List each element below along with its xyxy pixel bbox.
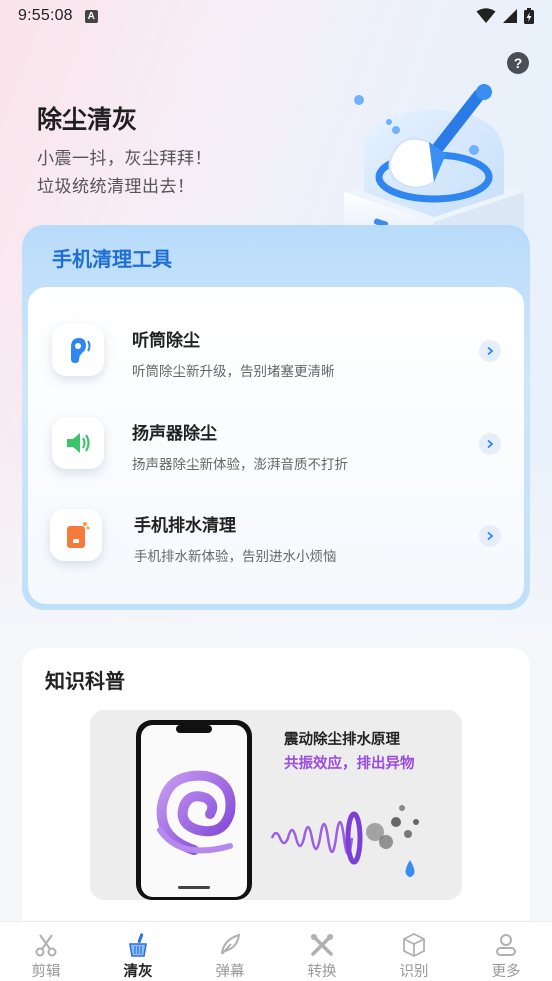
tab-label: 弹幕 — [215, 964, 245, 980]
tool-description: 手机排水新体验，告别进水小烦恼 — [134, 549, 337, 565]
tools-title: 手机清理工具 — [52, 247, 172, 271]
tab-recognize[interactable]: 识别 — [368, 922, 460, 981]
tab-label: 更多 — [491, 964, 521, 980]
person-icon — [496, 934, 516, 956]
tool-name: 手机排水清理 — [134, 516, 236, 536]
brush-icon — [129, 933, 147, 957]
tab-label: 清灰 — [123, 964, 153, 980]
tool-description: 扬声器除尘新体验，澎湃音质不打折 — [132, 457, 348, 473]
chevron-right-icon[interactable] — [479, 340, 501, 362]
tab-label: 转换 — [307, 964, 337, 980]
tool-name: 听筒除尘 — [132, 331, 200, 351]
ear-icon — [52, 324, 104, 376]
tool-item-speaker[interactable]: 扬声器除尘 扬声器除尘新体验，澎湃音质不打折 — [28, 403, 524, 493]
tools-icon — [311, 934, 333, 956]
feather-icon — [221, 933, 241, 955]
tab-edit[interactable]: 剪辑 — [0, 922, 92, 981]
tab-clean-dust[interactable]: 清灰 — [92, 922, 184, 981]
chevron-right-icon[interactable] — [479, 433, 501, 455]
scissors-icon — [35, 934, 57, 957]
tool-item-water-drain[interactable]: 手机排水清理 手机排水新体验，告别进水小烦恼 — [28, 495, 524, 585]
phone-cleaning-tools-card: 手机清理工具 听筒除尘 听筒除尘新升级，告别堵塞更清晰 扬声器除尘 扬声器除尘新… — [22, 225, 530, 610]
status-icons — [476, 8, 534, 24]
banner-title: 震动除尘排水原理 — [284, 732, 400, 748]
knowledge-card: 知识科普 震动除尘排水原理 共振效应，排出异物 — [22, 648, 530, 948]
water-drain-icon — [50, 509, 102, 561]
speaker-icon — [52, 417, 104, 469]
tab-label: 剪辑 — [31, 964, 61, 980]
notification-icon: A — [84, 9, 98, 23]
phone-vibration-illustration — [136, 720, 419, 900]
wifi-icon — [476, 8, 496, 23]
status-bar: 9:55:08 A — [0, 0, 552, 32]
banner-subtitle: 共振效应，排出异物 — [284, 756, 415, 772]
hero-subtitle-line2: 垃圾统统清理出去！ — [37, 177, 195, 197]
status-time: 9:55:08 — [18, 7, 73, 24]
tab-convert[interactable]: 转换 — [276, 922, 368, 981]
tool-item-earpiece[interactable]: 听筒除尘 听筒除尘新升级，告别堵塞更清晰 — [28, 310, 524, 400]
page-title: 除尘清灰 — [37, 105, 138, 134]
signal-icon — [503, 9, 517, 23]
knowledge-banner[interactable]: 震动除尘排水原理 共振效应，排出异物 — [90, 710, 462, 900]
cube-icon — [403, 932, 425, 958]
tab-danmaku[interactable]: 弹幕 — [184, 922, 276, 981]
tab-label: 识别 — [399, 964, 429, 980]
tab-more[interactable]: 更多 — [460, 922, 552, 981]
chevron-right-icon[interactable] — [479, 525, 501, 547]
knowledge-title: 知识科普 — [45, 669, 125, 693]
tool-description: 听筒除尘新升级，告别堵塞更清晰 — [132, 364, 335, 380]
hero-subtitle-line1: 小震一抖，灰尘拜拜！ — [37, 149, 212, 169]
tools-list: 听筒除尘 听筒除尘新升级，告别堵塞更清晰 扬声器除尘 扬声器除尘新体验，澎湃音质… — [28, 287, 524, 604]
battery-icon — [524, 8, 534, 24]
tool-name: 扬声器除尘 — [132, 424, 217, 444]
help-button[interactable]: ? — [507, 52, 529, 74]
bottom-tab-bar: 剪辑 清灰 弹幕 转换 识别 更多 — [0, 921, 552, 981]
